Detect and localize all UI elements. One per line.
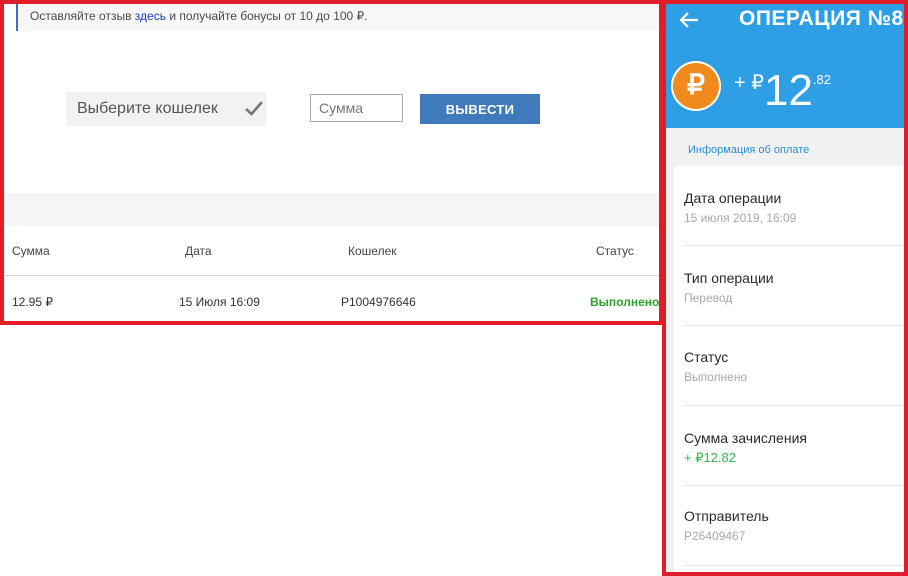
cell-status: Выполнено	[590, 295, 660, 309]
feedback-link[interactable]: здесь	[135, 9, 166, 23]
detail-value: 15 июля 2019, 16:09	[684, 211, 797, 225]
withdrawal-panel: Оставляйте отзыв здесь и получайте бонус…	[0, 0, 663, 325]
amount-header: ₽ + ₽12.82	[666, 46, 904, 128]
detail-label: Отправитель	[684, 508, 769, 524]
cell-date: 15 Июля 16:09	[179, 295, 260, 309]
amount-cents: .82	[812, 72, 831, 87]
amount-main: 12	[763, 66, 813, 115]
detail-value: Выполнено	[684, 370, 748, 384]
amount-sign: + ₽	[734, 72, 764, 94]
column-header-wallet: Кошелек	[348, 244, 397, 258]
detail-value: P26409467	[684, 529, 746, 543]
notice-prefix: Оставляйте отзыв	[30, 9, 132, 23]
detail-value: + ₽12.82	[684, 450, 737, 465]
divider	[684, 565, 904, 566]
wallet-select[interactable]: Выберите кошелек	[66, 92, 266, 126]
wallet-select-label: Выберите кошелек	[77, 100, 218, 117]
detail-label: Тип операции	[684, 270, 774, 286]
details-card: Дата операции 15 июля 2019, 16:09 Тип оп…	[674, 166, 904, 572]
column-header-status: Статус	[596, 244, 634, 258]
detail-row: Тип операции Перевод	[674, 246, 904, 326]
detail-row: Отправитель P26409467	[674, 486, 904, 566]
cell-wallet: P1004976646	[341, 295, 416, 309]
withdraw-button[interactable]: ВЫВЕСТИ	[420, 94, 540, 124]
app-bar: ОПЕРАЦИЯ №8	[666, 4, 904, 46]
ruble-coin-icon: ₽	[671, 61, 721, 111]
table-toolbar	[4, 193, 659, 226]
operation-details-panel: ОПЕРАЦИЯ №8 ₽ + ₽12.82 Информация об опл…	[662, 0, 908, 576]
checkmark-icon	[245, 101, 263, 116]
notice-suffix: и получайте бонусы от 10 до 100 ₽.	[169, 9, 368, 23]
detail-value: Перевод	[684, 291, 733, 305]
tab-payment-info[interactable]: Информация об оплате	[688, 144, 809, 156]
detail-label: Дата операции	[684, 190, 782, 206]
back-arrow-icon[interactable]	[678, 10, 700, 30]
amount-input[interactable]	[310, 94, 403, 122]
detail-row: Статус Выполнено	[674, 326, 904, 406]
detail-row: Сумма зачисления + ₽12.82	[674, 406, 904, 486]
column-header-amount: Сумма	[12, 244, 50, 258]
operation-title: ОПЕРАЦИЯ №8	[739, 7, 904, 30]
detail-row: Дата операции 15 июля 2019, 16:09	[674, 166, 904, 246]
cell-amount: 12.95 ₽	[12, 295, 53, 309]
operation-amount: + ₽12.82	[734, 66, 831, 116]
detail-label: Статус	[684, 349, 729, 365]
column-header-date: Дата	[185, 244, 212, 258]
detail-label: Сумма зачисления	[684, 430, 807, 446]
feedback-notice: Оставляйте отзыв здесь и получайте бонус…	[16, 4, 658, 31]
table-divider	[4, 275, 659, 276]
coin-symbol: ₽	[687, 69, 705, 100]
